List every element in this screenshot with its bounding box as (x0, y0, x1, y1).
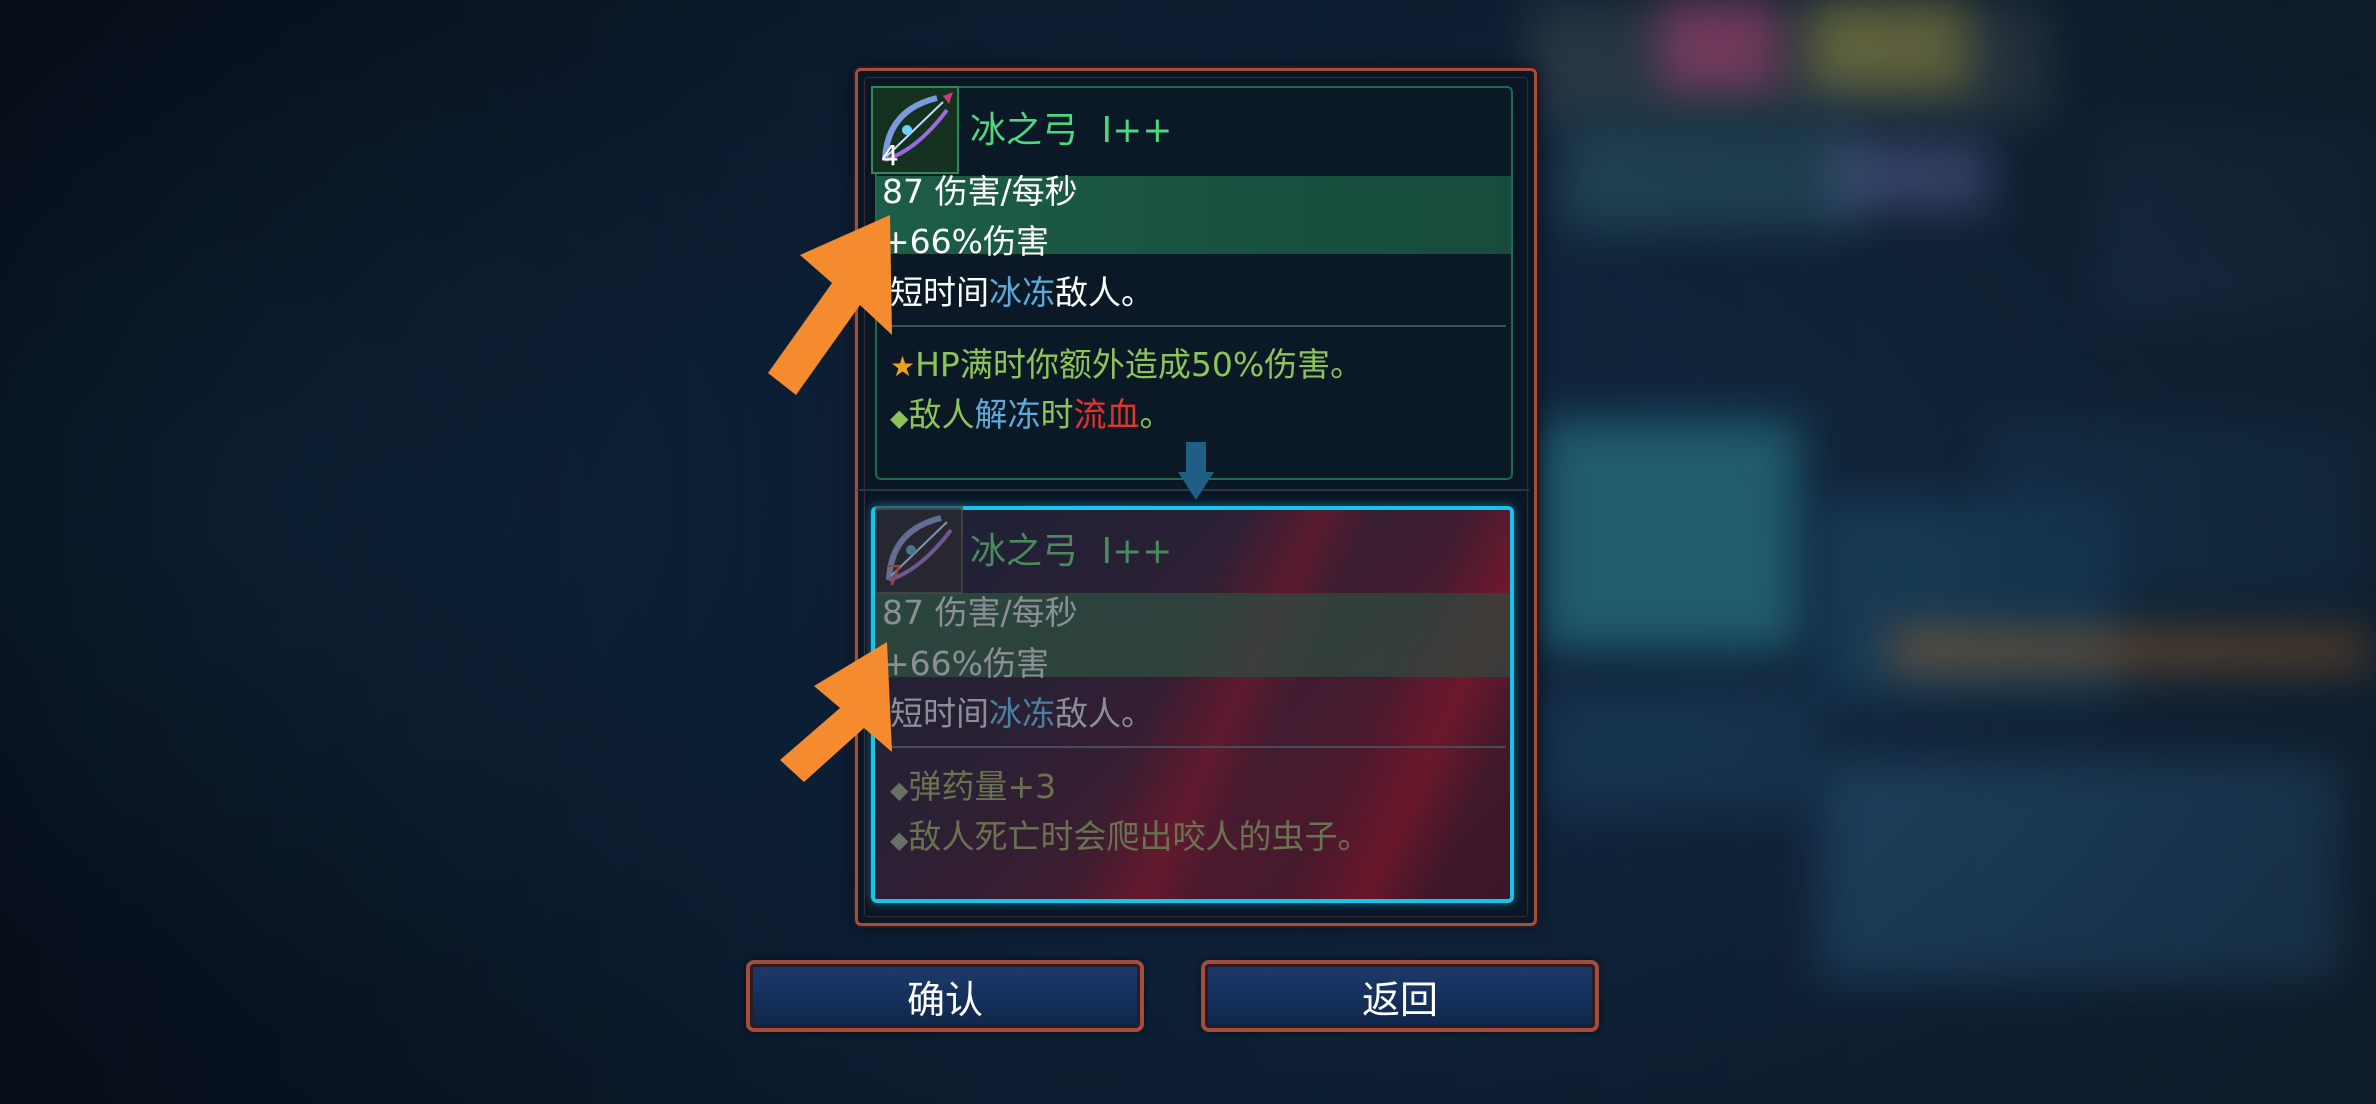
mutation-text: 弹药量+3 (908, 767, 1057, 806)
item-tier: I++ (1101, 110, 1173, 151)
back-button[interactable]: 返回 (1201, 960, 1599, 1032)
item-name: 冰之弓 (970, 531, 1079, 572)
new-item-effect: 短时间冰冻敌人。 (890, 697, 1154, 730)
current-item-title: 冰之弓 I++ (970, 113, 1172, 149)
diamond-icon: ◆ (890, 826, 909, 854)
new-item-dps: 87 伤害/每秒 (882, 593, 1078, 632)
effect-suffix: 敌人。 (1055, 694, 1154, 733)
new-mutation-2: ◆敌人死亡时会爬出咬人的虫子。 (890, 820, 1370, 853)
new-item-icon: 7 (875, 506, 963, 594)
thaw-keyword: 解冻 (974, 395, 1041, 434)
divider (890, 746, 1506, 748)
current-mutation-1: ★HP满时你额外造成50%伤害。 (890, 348, 1363, 381)
current-item-dps: 87 伤害/每秒 (882, 172, 1078, 211)
mutation-text: 敌人 (908, 395, 975, 434)
effect-suffix: 敌人。 (1055, 273, 1154, 312)
freeze-keyword: 冰冻 (989, 694, 1055, 733)
current-mutation-2: ◆敌人解冻时流血。 (890, 398, 1172, 431)
confirm-button[interactable]: 确认 (746, 960, 1144, 1032)
item-name: 冰之弓 (970, 110, 1079, 151)
annotation-arrow-icon (768, 215, 892, 395)
mutation-text: 时 (1040, 395, 1074, 434)
freeze-keyword: 冰冻 (989, 273, 1055, 312)
mutation-text: 。 (1139, 395, 1173, 434)
swap-down-arrow-icon (1178, 442, 1214, 500)
diamond-icon: ◆ (890, 404, 909, 432)
item-level: 4 (881, 139, 899, 172)
item-level: 7 (885, 559, 903, 592)
divider (890, 325, 1506, 327)
new-item-title: 冰之弓 I++ (970, 534, 1172, 570)
mutation-text: 敌人死亡时会爬出咬人的虫子。 (908, 817, 1371, 856)
current-item-icon: 4 (871, 86, 959, 174)
bleed-keyword: 流血 (1073, 395, 1140, 434)
item-tier: I++ (1101, 531, 1173, 572)
annotation-arrow-icon (780, 642, 892, 782)
mutation-text: HP满时你额外造成50%伤害。 (915, 345, 1364, 384)
current-item-effect: 短时间冰冻敌人。 (890, 276, 1154, 309)
